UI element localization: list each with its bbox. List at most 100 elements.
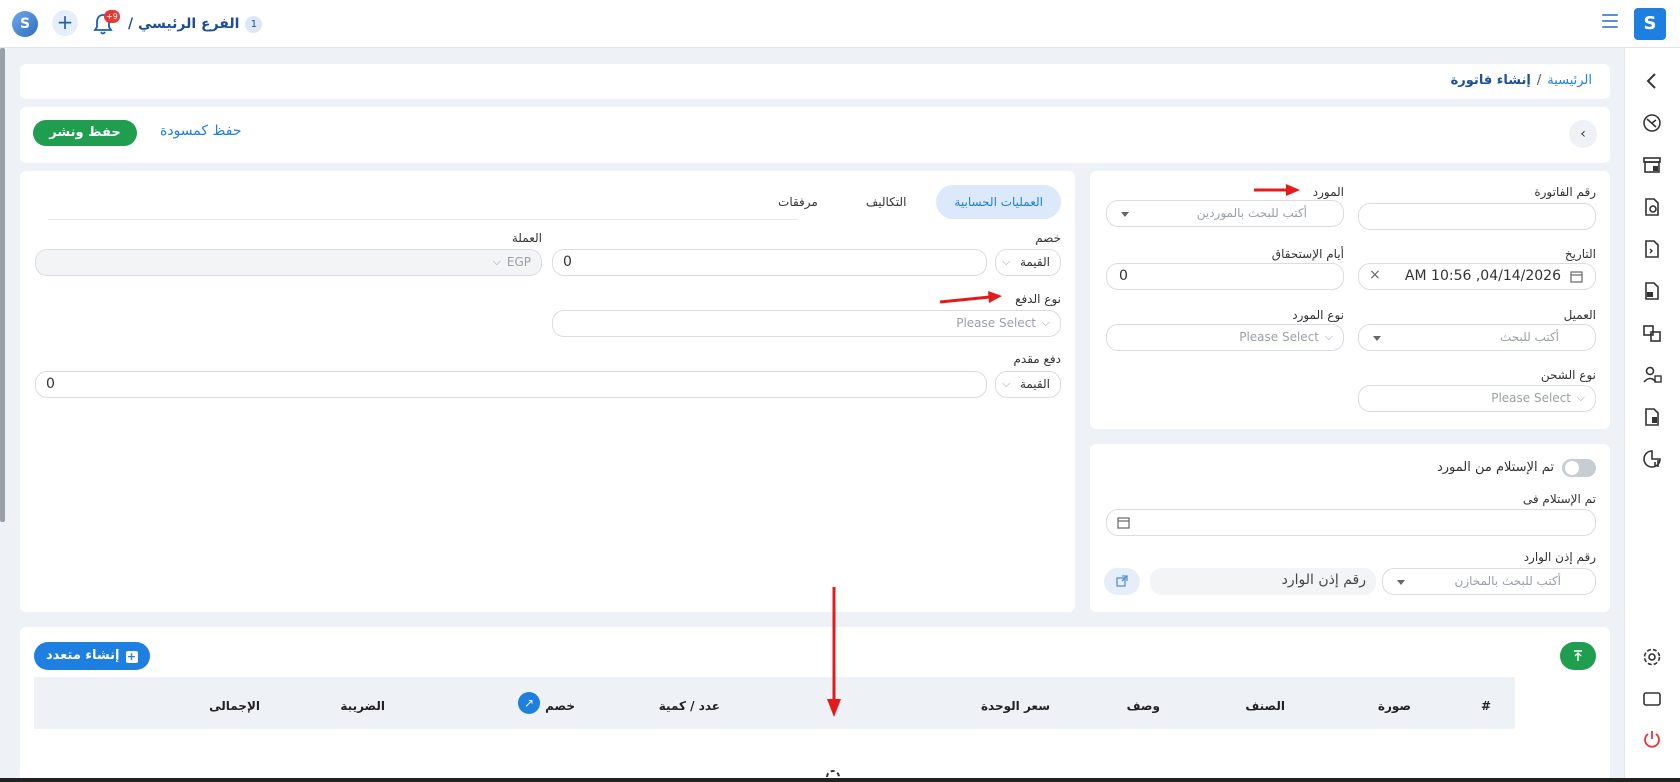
chevron-down-icon: ⌵ <box>1324 330 1333 343</box>
breadcrumb: الرئيسية / إنشاء فاتورة <box>1451 73 1592 88</box>
discount-type-value: القيمة <box>1019 255 1050 269</box>
advance-payment-label: دفع مقدم <box>1013 352 1061 366</box>
client-search-input[interactable]: أكتب للبحث <box>1358 324 1596 351</box>
branch-selector[interactable]: 1 الفرع الرئيسي / <box>128 13 263 35</box>
breadcrumb-card: الرئيسية / إنشاء فاتورة <box>20 64 1610 99</box>
accounting-card: العمليات الحسابية التكاليف مرفقات خصم ال… <box>20 171 1075 612</box>
date-label: التاريخ <box>1564 247 1596 261</box>
received-in-date-input[interactable] <box>1106 509 1596 536</box>
invoice-number-input[interactable] <box>1358 203 1596 230</box>
supplier-type-select[interactable]: Please Select ⌵ <box>1106 324 1344 351</box>
calendar-icon <box>1570 271 1583 283</box>
chevron-down-icon: ⌵ <box>1002 377 1011 390</box>
annotation-arrow-payment-type <box>939 291 1002 304</box>
branch-number: 1 <box>245 15 263 33</box>
open-receipt-button[interactable] <box>1104 568 1140 595</box>
display-icon[interactable] <box>1641 688 1663 710</box>
power-icon[interactable] <box>1641 728 1663 750</box>
reports-icon[interactable] <box>1641 406 1663 428</box>
shipping-type-label: نوع الشحن <box>1540 368 1596 382</box>
col-quantity: عدد / كمية <box>658 699 720 713</box>
invoice-details-card: رقم الفاتورة المورد أكتب للبحث بالموردين… <box>1090 171 1610 429</box>
branch-label: الفرع الرئيسي / <box>128 16 240 32</box>
tab-costs[interactable]: التكاليف <box>848 185 925 219</box>
col-discount: خصم <box>545 699 575 713</box>
dropdown-caret-icon <box>1373 336 1381 341</box>
secure-document-icon[interactable] <box>1641 280 1663 302</box>
inventory-icon[interactable] <box>1641 322 1663 344</box>
search-document-icon[interactable] <box>1641 196 1663 218</box>
add-button[interactable]: + <box>52 10 78 36</box>
table-body <box>50 729 1499 777</box>
bottom-scrollbar[interactable] <box>0 778 1680 782</box>
store-icon[interactable] <box>1641 154 1663 176</box>
warehouse-search-input[interactable]: أكتب للبحث بالمخازن <box>1382 568 1596 595</box>
save-draft-button[interactable]: حفظ كمسودة <box>160 123 242 139</box>
tab-bar: العمليات الحسابية التكاليف مرفقات <box>760 185 1061 219</box>
shipping-type-placeholder: Please Select <box>1491 391 1571 405</box>
receipt-number-input: رقم إذن الوارد <box>1150 568 1376 595</box>
tab-attachments[interactable]: مرفقات <box>760 185 836 219</box>
payment-type-label: نوع الدفع <box>1015 292 1061 306</box>
create-multiple-button[interactable]: + إنشاء متعدد <box>34 642 150 670</box>
tab-accounting[interactable]: العمليات الحسابية <box>936 185 1061 219</box>
currency-select: EGP ⌵ <box>35 249 542 276</box>
company-logo[interactable]: S <box>12 11 38 37</box>
page-scrollbar[interactable] <box>0 48 5 522</box>
advance-type-value: القيمة <box>1019 377 1050 391</box>
discount-value: 0 <box>563 254 572 270</box>
receiving-card: تم الإستلام من المورد تم الإستلام فى رقم… <box>1090 444 1610 612</box>
supplier-label: المورد <box>1312 185 1344 199</box>
discount-value-input[interactable]: 0 <box>552 249 987 276</box>
dropdown-caret-icon <box>1121 212 1129 217</box>
advance-type-select[interactable]: القيمة ⌵ <box>995 371 1061 398</box>
supplier-type-label: نوع المورد <box>1292 308 1344 322</box>
items-card: + إنشاء متعدد # صورة الصنف وصف سعر الوحدة… <box>20 627 1610 782</box>
clear-date-icon[interactable]: × <box>1369 267 1381 283</box>
invoice-number-label: رقم الفاتورة <box>1534 185 1596 199</box>
app-logo[interactable]: S <box>1634 8 1666 40</box>
supplier-placeholder: أكتب للبحث بالموردين <box>1196 206 1307 220</box>
discount-type-select[interactable]: القيمة ⌵ <box>995 249 1061 276</box>
collapse-sidebar-icon[interactable] <box>1641 70 1663 92</box>
breadcrumb-home[interactable]: الرئيسية <box>1547 73 1592 88</box>
supplier-search-input[interactable]: أكتب للبحث بالموردين <box>1106 200 1344 227</box>
add-box-icon: + <box>125 650 138 663</box>
chevron-down-icon: ⌵ <box>1041 316 1050 329</box>
received-toggle[interactable] <box>1562 459 1596 477</box>
receipt-number-label: رقم إذن الوارد <box>1523 550 1596 564</box>
payment-type-select[interactable]: Please Select ⌵ <box>552 310 1061 337</box>
supplier-type-placeholder: Please Select <box>1239 330 1319 344</box>
dropdown-caret-icon <box>1397 580 1405 585</box>
due-days-label: أيام الإستحقاق <box>1271 247 1344 261</box>
top-bar: S S + +9 1 الفرع الرئيسي / <box>0 0 1680 48</box>
breadcrumb-separator: / <box>1536 73 1542 88</box>
shipping-type-select[interactable]: Please Select ⌵ <box>1358 385 1596 412</box>
advance-value-input[interactable]: 0 <box>35 371 987 398</box>
due-days-input[interactable]: 0 <box>1106 263 1344 290</box>
save-publish-button[interactable]: حفظ ونشر <box>33 120 137 146</box>
warehouse-placeholder: أكتب للبحث بالمخازن <box>1454 574 1561 588</box>
analytics-icon[interactable] <box>1641 448 1663 470</box>
dashboard-icon[interactable] <box>1641 112 1663 134</box>
tab-divider <box>48 219 798 220</box>
back-arrow-icon[interactable]: ‹ <box>1569 120 1597 148</box>
scroll-top-button[interactable] <box>1560 642 1596 670</box>
invoice-icon[interactable] <box>1641 238 1663 260</box>
due-days-value: 0 <box>1119 268 1128 284</box>
col-item: الصنف <box>1245 699 1285 713</box>
calendar-icon <box>1117 517 1130 529</box>
annotation-arrow-supplier <box>1254 184 1300 196</box>
users-icon[interactable] <box>1641 364 1663 386</box>
menu-toggle-icon[interactable] <box>1602 14 1618 28</box>
client-label: العميل <box>1563 308 1596 322</box>
annotation-arrow-quantity <box>827 587 841 717</box>
discount-edit-icon[interactable]: ↗ <box>518 692 540 714</box>
currency-label: العملة <box>511 231 542 245</box>
date-input[interactable]: 04/14/2026, 10:56 AM × <box>1358 263 1596 290</box>
col-tax: الضريبة <box>340 699 385 713</box>
settings-icon[interactable] <box>1641 646 1663 668</box>
chevron-down-icon: ⌵ <box>492 255 501 268</box>
col-description: وصف <box>1126 699 1160 713</box>
notification-badge: +9 <box>104 10 120 23</box>
